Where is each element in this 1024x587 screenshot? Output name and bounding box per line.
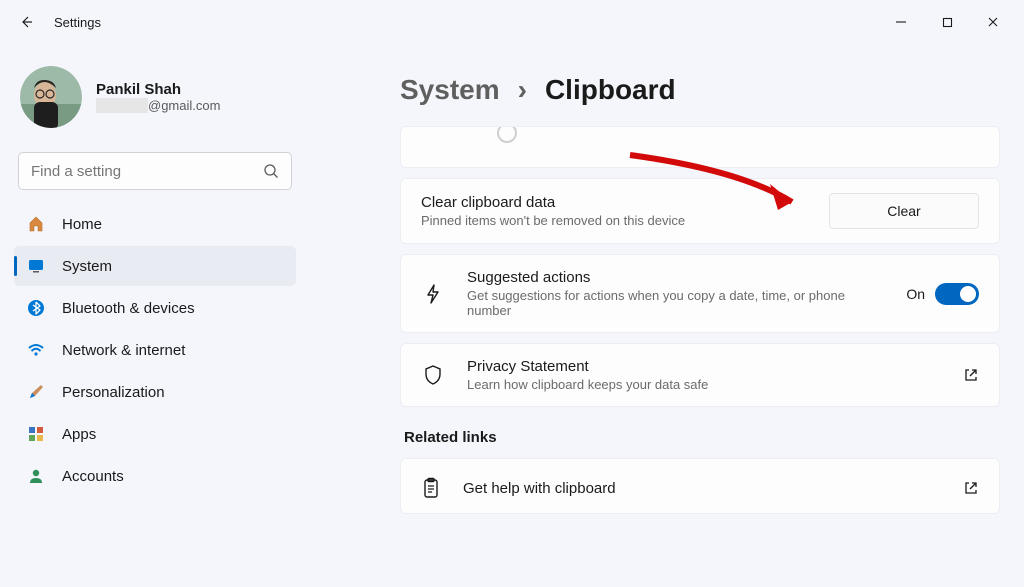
caption-buttons [878,6,1016,38]
nav-personalization[interactable]: Personalization [14,372,296,412]
bluetooth-icon [26,298,46,318]
breadcrumb-parent[interactable]: System [400,74,500,106]
nav-label: Network & internet [62,342,185,359]
nav-system[interactable]: System [14,246,296,286]
card-title: Suggested actions [467,269,884,286]
maximize-icon [942,17,953,28]
profile-email: xxxxxxxx@gmail.com [96,98,220,113]
open-external-icon [963,367,979,383]
breadcrumb: System › Clipboard [400,74,1000,106]
window-title: Settings [54,15,101,30]
chevron-right-icon: › [518,74,527,106]
search-input[interactable] [31,163,263,180]
sync-option-card [400,126,1000,168]
open-external-icon [963,480,979,496]
brush-icon [26,382,46,402]
shield-icon [421,364,445,386]
lightning-icon [421,283,445,305]
content-area: System › Clipboard Clear clipboard data … [310,44,1024,587]
minimize-icon [895,16,907,28]
profile-name: Pankil Shah [96,81,220,98]
nav-list: Home System Bluetooth & devices Network … [10,204,300,496]
nav-apps[interactable]: Apps [14,414,296,454]
related-links-heading: Related links [404,429,1000,446]
nav-label: Accounts [62,468,124,485]
suggested-actions-card: Suggested actions Get suggestions for ac… [400,254,1000,333]
sidebar: Pankil Shah xxxxxxxx@gmail.com Home Syst… [0,44,310,587]
person-icon [26,466,46,486]
suggested-actions-toggle[interactable] [935,283,979,305]
radio-icon [497,126,517,143]
home-icon [26,214,46,234]
titlebar: Settings [0,0,1024,44]
profile-info: Pankil Shah xxxxxxxx@gmail.com [96,81,220,113]
nav-home[interactable]: Home [14,204,296,244]
nav-label: Apps [62,426,96,443]
get-help-card[interactable]: Get help with clipboard [400,458,1000,514]
card-title: Clear clipboard data [421,194,685,211]
breadcrumb-current: Clipboard [545,74,676,106]
card-title: Get help with clipboard [463,480,616,497]
clear-clipboard-card: Clear clipboard data Pinned items won't … [400,178,1000,244]
profile-section[interactable]: Pankil Shah xxxxxxxx@gmail.com [10,60,300,146]
nav-label: System [62,258,112,275]
apps-icon [26,424,46,444]
nav-label: Home [62,216,102,233]
back-button[interactable] [8,4,44,40]
card-title: Privacy Statement [467,358,941,375]
card-subtitle: Get suggestions for actions when you cop… [467,288,884,318]
maximize-button[interactable] [924,6,970,38]
avatar [20,66,82,128]
arrow-left-icon [18,14,34,30]
toggle-state-label: On [906,286,925,302]
nav-network[interactable]: Network & internet [14,330,296,370]
close-icon [987,16,999,28]
card-subtitle: Pinned items won't be removed on this de… [421,213,685,228]
wifi-icon [26,340,46,360]
privacy-statement-card[interactable]: Privacy Statement Learn how clipboard ke… [400,343,1000,407]
nav-label: Personalization [62,384,165,401]
search-icon [263,163,279,179]
card-subtitle: Learn how clipboard keeps your data safe [467,377,941,392]
nav-accounts[interactable]: Accounts [14,456,296,496]
minimize-button[interactable] [878,6,924,38]
nav-bluetooth[interactable]: Bluetooth & devices [14,288,296,328]
close-button[interactable] [970,6,1016,38]
clipboard-icon [421,477,441,499]
system-icon [26,256,46,276]
clear-button[interactable]: Clear [829,193,979,229]
nav-label: Bluetooth & devices [62,300,195,317]
search-box[interactable] [18,152,292,190]
